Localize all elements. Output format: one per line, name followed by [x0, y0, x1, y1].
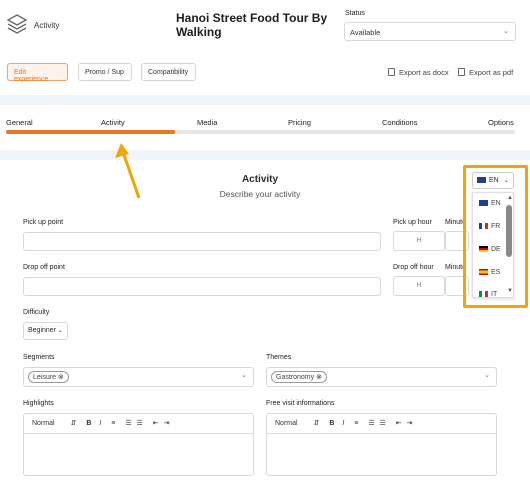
- themes-select[interactable]: Gastronomy ⊗ ⌄: [266, 367, 497, 387]
- bold-icon[interactable]: B: [329, 420, 334, 427]
- page-title: Hanoi Street Food Tour By Walking: [176, 11, 328, 39]
- align-icon[interactable]: ≡: [354, 420, 358, 427]
- language-option-it[interactable]: IT: [479, 291, 497, 299]
- hour-placeholder: H: [416, 282, 422, 289]
- italic-icon[interactable]: I: [342, 420, 344, 427]
- app-name: Activity: [34, 21, 60, 30]
- pickup-hour-label: Pick up hour: [393, 219, 432, 226]
- language-option-en[interactable]: EN: [479, 200, 501, 207]
- pickup-hour-input[interactable]: H: [393, 231, 445, 251]
- format-select[interactable]: Normal: [275, 420, 298, 427]
- tab-options[interactable]: Options: [488, 118, 514, 127]
- language-option-label: IT: [491, 291, 498, 298]
- flag-icon-gb: [479, 200, 488, 206]
- remove-icon[interactable]: ⊗: [58, 374, 64, 381]
- segments-label: Segments: [23, 354, 55, 361]
- tab-pricing[interactable]: Pricing: [288, 118, 311, 127]
- language-option-label: ES: [491, 269, 501, 276]
- difficulty-select[interactable]: Beginner ⌄: [23, 322, 68, 340]
- tab-activity[interactable]: Activity: [101, 118, 125, 127]
- outdent-icon[interactable]: ⇤: [396, 420, 402, 427]
- compatibility-button[interactable]: Compatibility: [141, 63, 196, 81]
- flag-icon-fr: [479, 223, 488, 229]
- divider-band: [0, 150, 530, 160]
- format-select[interactable]: Normal: [32, 420, 55, 427]
- free-visit-toolbar: Normal ⇵ B I ≡ ☰ ☰ ⇤ ⇥: [267, 414, 496, 434]
- highlights-editor[interactable]: Normal ⇵ B I ≡ ☰ ☰ ⇤ ⇥: [23, 413, 254, 476]
- bullet-list-icon[interactable]: ☰: [380, 420, 386, 427]
- scroll-down-icon[interactable]: ▼: [507, 288, 513, 294]
- export-docx-label: Export as docx: [399, 68, 449, 77]
- export-pdf-label: Export as pdf: [469, 68, 514, 77]
- bold-icon[interactable]: B: [86, 420, 91, 427]
- updown-icon[interactable]: ⇵: [71, 420, 77, 427]
- updown-icon[interactable]: ⇵: [314, 420, 320, 427]
- dropoff-point-label: Drop off point: [23, 264, 65, 271]
- ordered-list-icon[interactable]: ☰: [368, 420, 374, 427]
- section-title: Activity: [241, 174, 279, 185]
- flag-icon-gb: [477, 177, 486, 183]
- chevron-down-icon: ⌄: [503, 28, 509, 35]
- segments-select[interactable]: Leisure ⊗ ⌄: [23, 367, 254, 387]
- free-visit-label: Free visit informations: [266, 400, 335, 407]
- chevron-down-icon: ⌄: [56, 328, 63, 334]
- segment-chip-label: Leisure: [33, 374, 56, 381]
- chevron-down-icon: ⌄: [503, 178, 509, 184]
- status-label: Status: [345, 10, 365, 17]
- language-select[interactable]: EN ⌄: [472, 172, 514, 189]
- language-option-label: EN: [491, 200, 501, 207]
- hour-placeholder: H: [416, 237, 422, 244]
- tab-conditions[interactable]: Conditions: [382, 118, 417, 127]
- indent-icon[interactable]: ⇥: [164, 420, 170, 427]
- remove-icon[interactable]: ⊗: [316, 374, 322, 381]
- language-option-es[interactable]: ES: [479, 269, 500, 276]
- italic-icon[interactable]: I: [99, 420, 101, 427]
- language-option-fr[interactable]: FR: [479, 223, 500, 230]
- flag-icon-es: [479, 269, 488, 275]
- dropoff-hour-input[interactable]: H: [393, 276, 445, 296]
- language-option-label: DE: [491, 246, 501, 253]
- difficulty-label: Difficulty: [23, 309, 50, 316]
- edit-experience-button[interactable]: Edit experience: [7, 63, 68, 83]
- segment-chip[interactable]: Leisure ⊗: [28, 371, 69, 383]
- export-pdf-link[interactable]: Export as pdf: [458, 68, 513, 77]
- document-icon: [388, 68, 395, 76]
- status-select[interactable]: Available ⌄: [344, 22, 516, 41]
- app-logo-icon: [6, 14, 28, 34]
- flag-icon-de: [479, 246, 488, 252]
- tab-media[interactable]: Media: [197, 118, 217, 127]
- bullet-list-icon[interactable]: ☰: [137, 420, 143, 427]
- themes-label: Themes: [266, 354, 292, 361]
- status-value: Available: [350, 28, 381, 37]
- ordered-list-icon[interactable]: ☰: [125, 420, 131, 427]
- promo-sup-button[interactable]: Promo / Sup: [78, 63, 132, 81]
- pickup-point-input[interactable]: [23, 232, 381, 251]
- language-current: EN: [489, 177, 499, 184]
- export-docx-link[interactable]: Export as docx: [388, 68, 449, 77]
- language-option-label: FR: [491, 223, 501, 230]
- pickup-point-label: Pick up point: [23, 219, 64, 226]
- chevron-down-icon: ⌄: [241, 372, 247, 379]
- free-visit-editor[interactable]: Normal ⇵ B I ≡ ☰ ☰ ⇤ ⇥: [266, 413, 497, 476]
- section-subtitle: Describe your activity: [219, 189, 301, 199]
- tab-general[interactable]: General: [6, 118, 33, 127]
- chevron-down-icon: ⌄: [484, 372, 490, 379]
- progress-fill: [6, 130, 176, 134]
- indent-icon[interactable]: ⇥: [407, 420, 413, 427]
- theme-chip-label: Gastronomy: [276, 374, 315, 381]
- dropoff-point-input[interactable]: [23, 277, 381, 296]
- dropoff-hour-label: Drop off hour: [393, 264, 434, 271]
- flag-icon-it: [479, 291, 488, 297]
- document-icon: [458, 68, 465, 76]
- language-option-de[interactable]: DE: [479, 246, 501, 253]
- difficulty-value: Beginner: [28, 327, 57, 334]
- theme-chip[interactable]: Gastronomy ⊗: [271, 371, 327, 383]
- divider-band: [0, 95, 530, 105]
- highlights-toolbar: Normal ⇵ B I ≡ ☰ ☰ ⇤ ⇥: [24, 414, 253, 434]
- outdent-icon[interactable]: ⇤: [153, 420, 159, 427]
- highlights-label: Highlights: [23, 400, 54, 407]
- dropdown-scrollbar[interactable]: [506, 205, 512, 257]
- align-icon[interactable]: ≡: [111, 420, 115, 427]
- scroll-up-icon[interactable]: ▲: [507, 195, 513, 201]
